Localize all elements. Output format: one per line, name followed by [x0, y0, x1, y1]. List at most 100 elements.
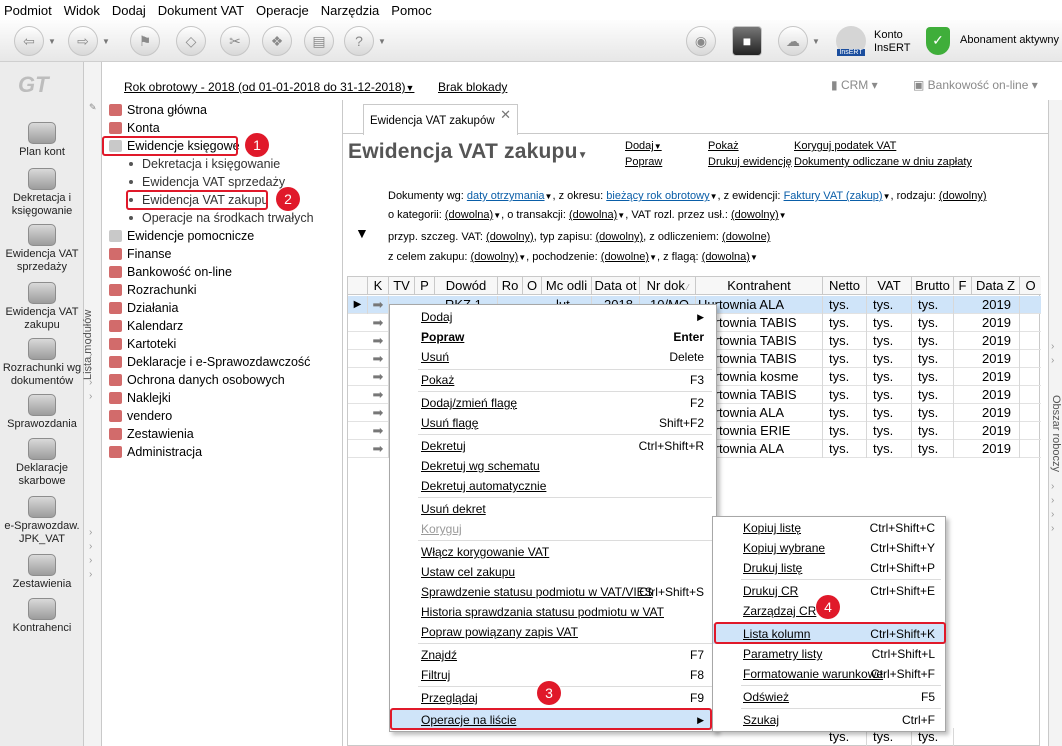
column-header-k[interactable]: K: [368, 277, 389, 295]
menu-podmiot[interactable]: Podmiot: [4, 3, 52, 18]
filter-okres[interactable]: bieżący rok obrotowy: [606, 190, 709, 202]
sidebar-item-dekretacja[interactable]: Dekretacja i księgowanie: [0, 168, 84, 218]
submenu-item-drukuj-liste[interactable]: Drukuj listę Ctrl+Shift+P: [713, 558, 945, 578]
bankowosc-button[interactable]: ▣ Bankowość on-line ▾: [913, 78, 1038, 92]
submenu-item-kopiuj-wybrane[interactable]: Kopiuj wybrane Ctrl+Shift+Y: [713, 538, 945, 558]
filter-ewidencja[interactable]: Faktury VAT (zakup): [784, 190, 883, 202]
sidebar-item-kontrahenci[interactable]: Kontrahenci: [0, 598, 84, 635]
menu-pomoc[interactable]: Pomoc: [391, 3, 431, 18]
eraser-icon[interactable]: ◇: [176, 26, 206, 56]
rok-obrotowy-selector[interactable]: Rok obrotowy - 2018 (od 01-01-2018 do 31…: [124, 80, 414, 94]
menu-item-dekretuj[interactable]: Dekretuj Ctrl+Shift+R: [390, 436, 716, 456]
konto-label[interactable]: Konto InsERT: [874, 29, 910, 55]
column-header-nr-dok[interactable]: Nr dok ⁄: [640, 277, 696, 295]
tree-item-bankowosc[interactable]: Bankowość on-line: [109, 265, 232, 279]
chevron-down-icon[interactable]: ▼: [378, 37, 386, 46]
tree-item-kartoteki[interactable]: Kartoteki: [109, 337, 176, 351]
filter-rodzaj[interactable]: (dowolny): [939, 190, 987, 202]
filter-kategoria[interactable]: (dowolna): [445, 209, 493, 221]
submenu-item-parametry-listy[interactable]: Parametry listy Ctrl+Shift+L: [713, 644, 945, 664]
column-header-o[interactable]: O: [523, 277, 542, 295]
menu-narzedzia[interactable]: Narzędzia: [321, 3, 380, 18]
menu-item-koryguj[interactable]: Koryguj: [390, 519, 716, 539]
filter-typ-zapisu[interactable]: (dowolny): [595, 231, 643, 243]
tree-item-dzialania[interactable]: Działania: [109, 301, 178, 315]
column-header-kontrahent[interactable]: Kontrahent: [696, 277, 823, 295]
menu-item-usun[interactable]: Usuń Delete: [390, 347, 716, 367]
chevron-down-icon[interactable]: ▼: [102, 37, 110, 46]
menu-item-dekretuj-schemat[interactable]: Dekretuj wg schematu: [390, 456, 716, 476]
menu-item-sprawdzenie-statusu[interactable]: Sprawdzenie statusu podmiotu w VAT/VIES C…: [390, 582, 716, 602]
tree-item-ochrona-danych[interactable]: Ochrona danych osobowych: [109, 373, 285, 387]
tree-item-zestawienia[interactable]: Zestawienia: [109, 427, 194, 441]
column-header-data-z[interactable]: Data Z: [972, 277, 1020, 295]
column-header-data-ot[interactable]: Data ot: [592, 277, 640, 295]
filter-odliczenie[interactable]: (dowolne): [722, 231, 770, 243]
column-header-brutto[interactable]: Brutto: [912, 277, 954, 295]
tree-item-ewidencje-pomocnicze[interactable]: Ewidencje pomocnicze: [109, 229, 254, 243]
menu-item-dekretuj-auto[interactable]: Dekretuj automatycznie: [390, 476, 716, 496]
tree-item-konta[interactable]: Konta: [109, 121, 160, 135]
column-header-f[interactable]: F: [954, 277, 972, 295]
menu-item-wlacz-korygowanie[interactable]: Włącz korygowanie VAT: [390, 542, 716, 562]
tree-item-rozrachunki[interactable]: Rozrachunki: [109, 283, 196, 297]
cloud-icon[interactable]: ☁: [778, 26, 808, 56]
back-icon[interactable]: ⇦: [14, 26, 44, 56]
popraw-link[interactable]: Popraw: [625, 156, 662, 168]
menu-item-cel-zakupu[interactable]: Ustaw cel zakupu: [390, 562, 716, 582]
menu-widok[interactable]: Widok: [64, 3, 100, 18]
submenu-item-szukaj[interactable]: Szukaj Ctrl+F: [713, 710, 945, 730]
column-header-netto[interactable]: Netto: [823, 277, 867, 295]
column-header-tv[interactable]: TV: [389, 277, 415, 295]
submenu-item-kopiuj-liste[interactable]: Kopiuj listę Ctrl+Shift+C: [713, 518, 945, 538]
chevron-down-icon[interactable]: ▼: [48, 37, 56, 46]
tree-item-dekretacja[interactable]: Dekretacja i księgowanie: [129, 157, 280, 171]
sidebar-item-vat-sprzedazy[interactable]: Ewidencja VAT sprzedaży: [0, 224, 84, 274]
column-header-p[interactable]: P: [415, 277, 435, 295]
menu-item-popraw[interactable]: Popraw Enter: [390, 327, 716, 347]
menu-item-dodaj-flage[interactable]: Dodaj/zmień flagę F2: [390, 393, 716, 413]
menu-item-popraw-powiazany[interactable]: Popraw powiązany zapis VAT: [390, 622, 716, 642]
submenu-item-odswiez[interactable]: Odśwież F5: [713, 687, 945, 707]
column-header-ro[interactable]: Ro: [498, 277, 523, 295]
filter-vat-rozl[interactable]: (dowolny): [731, 209, 779, 221]
tree-item-naklejki[interactable]: Naklejki: [109, 391, 171, 405]
close-icon[interactable]: ✕: [500, 107, 511, 123]
sidebar-item-rozrachunki[interactable]: Rozrachunki wg dokumentów: [0, 338, 84, 388]
dokumenty-odliczane-link[interactable]: Dokumenty odliczane w dniu zapłaty: [794, 156, 972, 168]
filters-toggle-icon[interactable]: ▼: [355, 225, 369, 241]
pin-icon[interactable]: ✎: [89, 102, 97, 113]
stamp-icon[interactable]: ⚑: [130, 26, 160, 56]
brak-blokady-link[interactable]: Brak blokady: [438, 80, 507, 94]
sidebar-item-vat-zakupu[interactable]: Ewidencja VAT zakupu: [0, 282, 84, 332]
filter-transakcja[interactable]: (dowolna): [569, 209, 617, 221]
tree-item-deklaracje[interactable]: Deklaracje i e-Sprawozdawczość: [109, 355, 310, 369]
coins-icon[interactable]: ❖: [262, 26, 292, 56]
tree-item-finanse[interactable]: Finanse: [109, 247, 171, 261]
column-header-dowod[interactable]: Dowód: [435, 277, 498, 295]
sidebar-item-deklaracje[interactable]: Deklaracje skarbowe: [0, 438, 84, 488]
filter-przyp-szczeg[interactable]: (dowolny): [486, 231, 534, 243]
tree-item-vendero[interactable]: vendero: [109, 409, 172, 423]
column-header-mc-odli[interactable]: Mc odli: [542, 277, 592, 295]
sidebar-item-plan-kont[interactable]: Plan kont: [0, 122, 84, 159]
menu-item-usun-flage[interactable]: Usuń flagę Shift+F2: [390, 413, 716, 433]
globe-icon[interactable]: ◉: [686, 26, 716, 56]
menu-operacje[interactable]: Operacje: [256, 3, 309, 18]
user-avatar[interactable]: InsERT: [836, 26, 866, 56]
menu-dodaj[interactable]: Dodaj: [112, 3, 146, 18]
filter-daty-otrzymania[interactable]: daty otrzymania: [467, 190, 545, 202]
pokaz-link[interactable]: Pokaż: [708, 140, 739, 152]
sidebar-item-zestawienia[interactable]: Zestawienia: [0, 554, 84, 591]
module-list-strip[interactable]: ✎ › › › › › › › › ›: [84, 62, 102, 746]
tree-item-strona-glowna[interactable]: Strona główna: [109, 103, 207, 117]
menu-item-pokaz[interactable]: Pokaż F3: [390, 370, 716, 390]
menu-dokument-vat[interactable]: Dokument VAT: [158, 3, 244, 18]
tab-ewidencja-vat-zakupow[interactable]: Ewidencja VAT zakupów ✕: [363, 104, 518, 135]
menu-item-znajdz[interactable]: Znajdź F7: [390, 645, 716, 665]
chevron-down-icon[interactable]: ▼: [812, 37, 820, 46]
drukuj-ewidencje-link[interactable]: Drukuj ewidencję: [708, 156, 792, 168]
column-header-o2[interactable]: O: [1020, 277, 1041, 295]
tree-item-kalendarz[interactable]: Kalendarz: [109, 319, 183, 333]
menu-item-historia-statusu[interactable]: Historia sprawdzania statusu podmiotu w …: [390, 602, 716, 622]
